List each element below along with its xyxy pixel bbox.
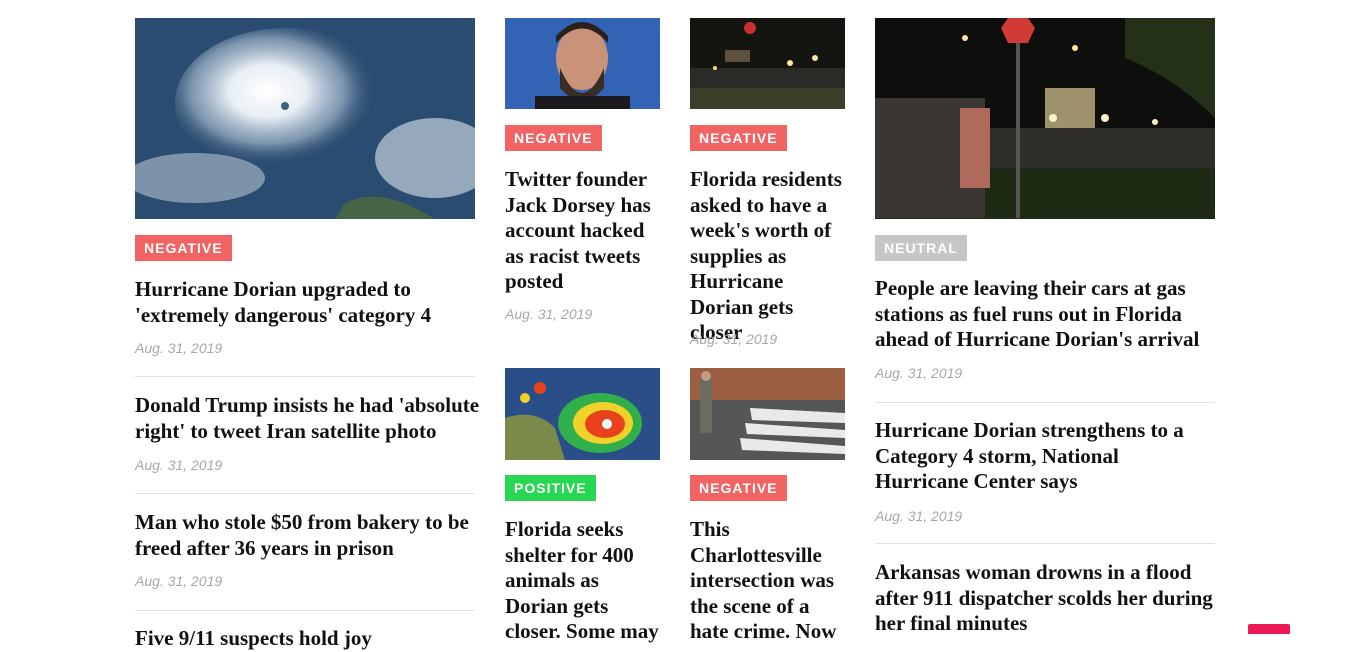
crosswalk-photo[interactable] bbox=[690, 368, 845, 460]
article-title[interactable]: This Charlottesville intersection was th… bbox=[690, 517, 845, 645]
gas-station-night-photo[interactable] bbox=[875, 18, 1215, 219]
article-title[interactable]: Hurricane Dorian upgraded to 'extremely … bbox=[135, 277, 465, 328]
article-title[interactable]: People are leaving their cars at gas sta… bbox=[875, 276, 1210, 353]
article-title[interactable]: Florida seeks shelter for 400 animals as… bbox=[505, 517, 660, 645]
sentiment-badge: NEGATIVE bbox=[690, 475, 787, 501]
hurricane-satellite-image[interactable] bbox=[135, 18, 475, 219]
article-date: Aug. 31, 2019 bbox=[135, 457, 223, 473]
article-title[interactable]: Man who stole $50 from bakery to be free… bbox=[135, 510, 475, 561]
divider bbox=[875, 543, 1215, 544]
article-title[interactable]: Donald Trump insists he had 'absolute ri… bbox=[135, 393, 480, 444]
article-title[interactable]: Five 9/11 suspects hold joy bbox=[135, 626, 475, 652]
divider bbox=[135, 610, 475, 611]
article-title[interactable]: Arkansas woman drowns in a flood after 9… bbox=[875, 560, 1215, 637]
sentiment-badge: NEGATIVE bbox=[505, 125, 602, 151]
article-title[interactable]: Twitter founder Jack Dorsey has account … bbox=[505, 167, 655, 295]
article-date: Aug. 31, 2019 bbox=[505, 306, 593, 322]
sentiment-badge: NEUTRAL bbox=[875, 235, 967, 261]
article-title[interactable]: Florida residents asked to have a week's… bbox=[690, 167, 845, 346]
article-date: Aug. 31, 2019 bbox=[875, 365, 963, 381]
hurricane-radar-map[interactable] bbox=[505, 368, 660, 460]
sentiment-badge: NEGATIVE bbox=[690, 125, 787, 151]
article-date: Aug. 31, 2019 bbox=[135, 340, 223, 356]
scroll-to-top-button[interactable] bbox=[1248, 624, 1290, 634]
article-date: Aug. 31, 2019 bbox=[135, 573, 223, 589]
sentiment-badge: POSITIVE bbox=[505, 475, 596, 501]
article-date: Aug. 31, 2019 bbox=[875, 508, 963, 524]
article-title[interactable]: Hurricane Dorian strengthens to a Catego… bbox=[875, 418, 1215, 495]
night-street-photo[interactable] bbox=[690, 18, 845, 109]
sentiment-badge: NEGATIVE bbox=[135, 235, 232, 261]
jack-dorsey-portrait[interactable] bbox=[505, 18, 660, 109]
article-date: Aug. 31, 2019 bbox=[690, 331, 778, 347]
divider bbox=[875, 402, 1215, 403]
divider bbox=[135, 376, 475, 377]
divider bbox=[135, 493, 475, 494]
